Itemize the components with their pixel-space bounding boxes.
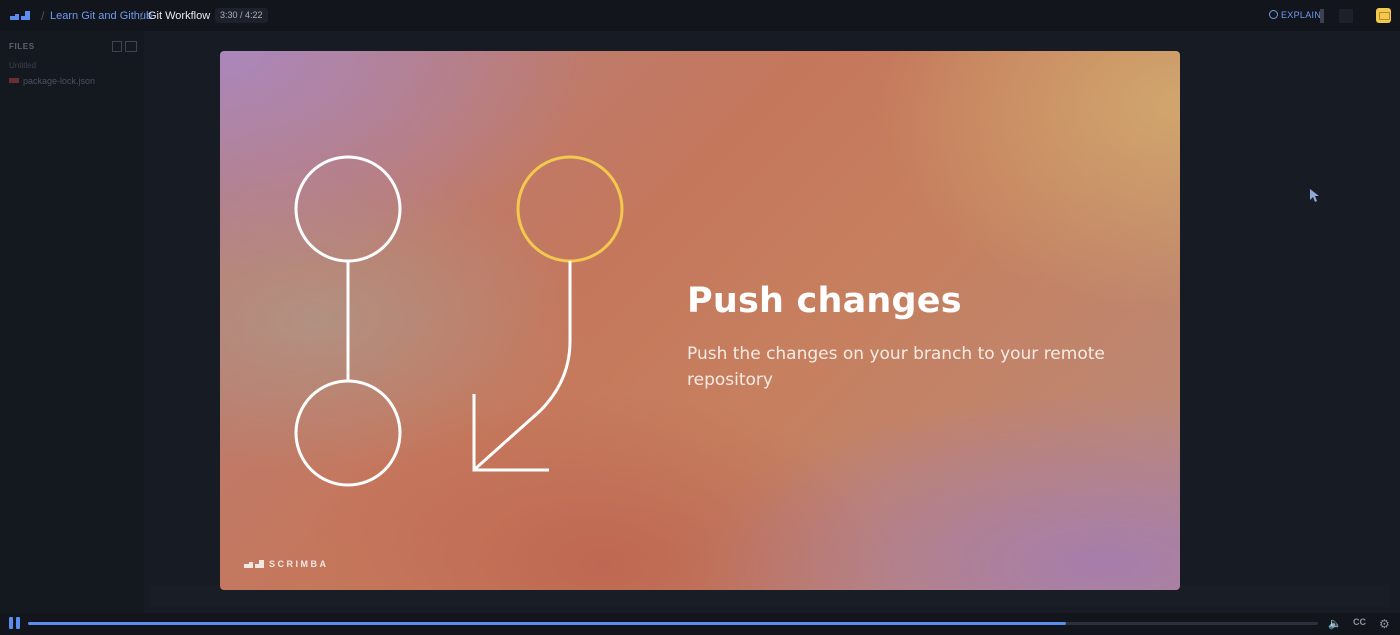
explain-button[interactable]: EXPLAIN: [1269, 10, 1321, 20]
slide: Push changes Push the changes on your br…: [220, 51, 1180, 590]
files-heading: FILES: [9, 42, 35, 51]
explain-label: EXPLAIN: [1281, 10, 1322, 20]
layout-toggle-button[interactable]: [1320, 9, 1324, 23]
scrimba-logo-icon: [244, 560, 264, 568]
settings-icon[interactable]: ⚙: [1379, 617, 1390, 631]
file-item[interactable]: package-lock.json: [9, 76, 95, 86]
scrimba-brand: SCRIMBA: [244, 559, 329, 569]
slides-icon[interactable]: [1376, 8, 1391, 23]
json-file-icon: [9, 78, 19, 83]
breadcrumb-separator: /: [140, 9, 144, 23]
remote-commit-circle: [516, 155, 624, 263]
mouse-cursor-icon: [1310, 189, 1319, 202]
local-commit-circle-bottom: [294, 379, 402, 487]
progress-fill: [28, 622, 1066, 625]
player-controls: 🔈 CC ⚙: [0, 613, 1400, 635]
explain-icon: [1269, 10, 1278, 19]
progress-bar[interactable]: [28, 622, 1318, 625]
breadcrumb-course-link[interactable]: Learn Git and Github: [50, 10, 152, 22]
file-name: package-lock.json: [23, 76, 96, 86]
brand-label: SCRIMBA: [269, 559, 329, 569]
slide-subtitle: Push the changes on your branch to your …: [687, 344, 1105, 390]
captions-button[interactable]: CC: [1353, 617, 1366, 627]
folder-label[interactable]: Untitled: [9, 61, 36, 70]
time-badge: 3:30 / 4:22: [215, 8, 268, 23]
volume-icon[interactable]: 🔈: [1328, 617, 1342, 630]
new-file-icon[interactable]: [112, 41, 122, 52]
local-commit-circle-top: [294, 155, 402, 263]
push-arrow-icon: [474, 261, 572, 471]
pause-icon[interactable]: [9, 617, 21, 629]
layout-panel-button[interactable]: [1339, 9, 1353, 23]
breadcrumb-lesson-title: Git Workflow: [148, 10, 211, 22]
top-bar: / Learn Git and Github / Git Workflow 3:…: [0, 0, 1400, 31]
breadcrumb-separator: /: [41, 9, 45, 23]
new-folder-icon[interactable]: [125, 41, 137, 52]
file-sidebar: FILES Untitled package-lock.json: [0, 31, 144, 613]
slide-title: Push changes: [687, 281, 962, 321]
scrimba-logo-icon[interactable]: [10, 11, 30, 20]
